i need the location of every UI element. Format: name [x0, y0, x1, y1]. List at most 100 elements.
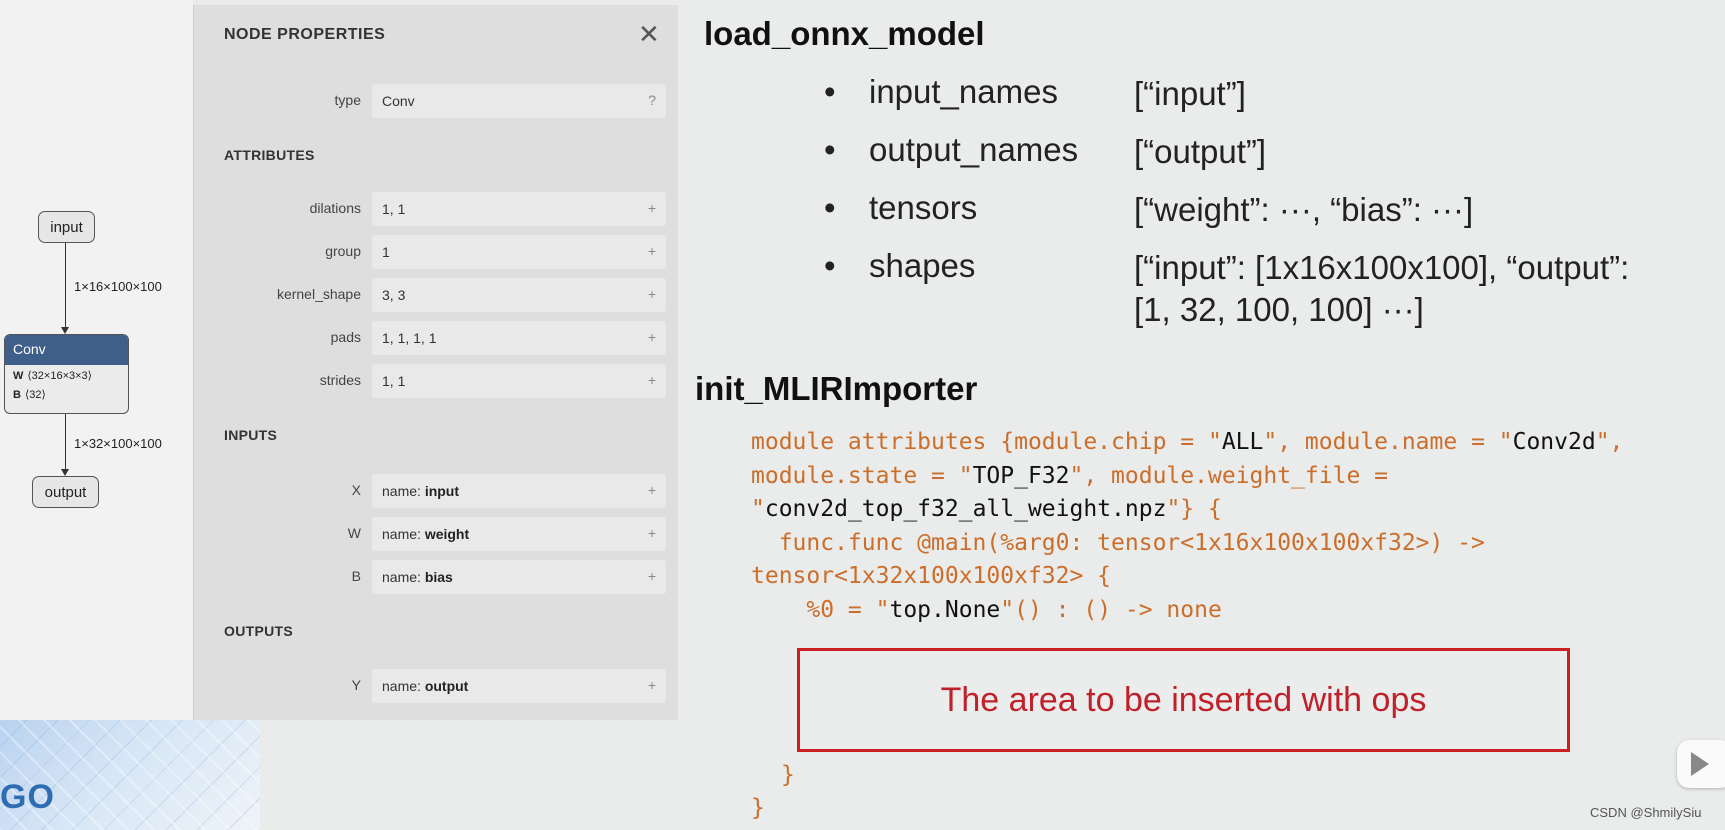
input-row-x: X name: input + — [194, 474, 679, 508]
code-string: TOP_F32 — [972, 462, 1070, 489]
output-name-prefix: name: — [382, 678, 425, 694]
input-name: input — [424, 483, 460, 499]
expand-button[interactable]: + — [648, 525, 656, 541]
attribute-value: 1, 1 — [382, 373, 406, 389]
input-value-field[interactable]: name: bias + — [372, 560, 666, 594]
property-label: type — [334, 92, 361, 108]
attribute-label: kernel_shape — [276, 286, 361, 302]
bullet-value-line1: [“input”: [1x16x100x100], “output”: — [1134, 249, 1630, 286]
code-text: tensor<1x32x100x100xf32> { — [751, 563, 1112, 589]
code-close-brace-inner: } — [781, 762, 795, 788]
code-string: top.None — [889, 596, 1001, 623]
help-button[interactable]: ? — [648, 92, 656, 108]
output-row-y: Y name: output + — [194, 669, 679, 703]
code-string: Conv2d — [1512, 429, 1596, 455]
bullet-key: output_names — [869, 131, 1079, 168]
attribute-value-field[interactable]: 1, 1 + — [372, 192, 666, 226]
code-close-brace-outer: } — [751, 795, 765, 821]
conv-node-weight-shape: ⟨32×16×3×3⟩ — [27, 370, 92, 382]
attribute-value: 1 — [382, 244, 390, 260]
expand-button[interactable]: + — [648, 372, 656, 388]
inputs-header: INPUTS — [224, 427, 278, 443]
expand-button[interactable]: + — [648, 677, 656, 693]
input-value-field[interactable]: name: input + — [372, 474, 666, 508]
bullet-value: [“output”] — [1134, 133, 1267, 170]
input-row-w: W name: weight + — [194, 517, 679, 551]
attribute-value-field[interactable]: 1, 1 + — [372, 364, 666, 398]
graph-edge-out — [65, 414, 66, 469]
bullet-value: [“input”] — [1134, 75, 1246, 112]
input-name: weight — [424, 526, 470, 542]
code-text: ", module.weight_file = — [1069, 462, 1389, 489]
attribute-row-pads: pads 1, 1, 1, 1 + — [194, 321, 679, 355]
code-string: conv2d_top_f32_all_weight.npz — [764, 496, 1167, 522]
conv-node-weight-key: W — [13, 370, 24, 382]
output-name: output — [424, 678, 469, 694]
bullet-key: shapes — [869, 247, 976, 284]
code-text: " — [751, 496, 765, 522]
graph-edge-in — [65, 243, 66, 327]
expand-button[interactable]: + — [648, 329, 656, 345]
close-icon[interactable]: ✕ — [638, 19, 660, 50]
slide-content: load_onnx_model • input_names [“input”] … — [678, 0, 1725, 830]
graph-node-conv[interactable]: Conv W ⟨32×16×3×3⟩ B ⟨32⟩ — [4, 334, 129, 414]
insert-ops-area-box: The area to be inserted with ops — [797, 648, 1570, 752]
expand-button[interactable]: + — [648, 482, 656, 498]
code-text: "} { — [1166, 496, 1222, 522]
attribute-value: 3, 3 — [382, 287, 406, 303]
bullet-dot: • — [824, 247, 836, 284]
attribute-value-field[interactable]: 1 + — [372, 235, 666, 269]
attribute-value-field[interactable]: 3, 3 + — [372, 278, 666, 312]
bullet-value: [“weight”: ···, “bias”: ···] — [1134, 191, 1474, 228]
node-properties-panel: NODE PROPERTIES ✕ type Conv ? ATTRIBUTES… — [193, 5, 678, 720]
input-label: X — [351, 482, 361, 498]
heading-init-mlir-importer: init_MLIRImporter — [695, 370, 978, 407]
conv-node-title: Conv — [5, 335, 128, 365]
code-text: "() : () -> none — [1000, 596, 1222, 623]
graph-node-output-label: output — [44, 483, 87, 501]
graph-node-output[interactable]: output — [32, 476, 99, 508]
expand-button[interactable]: + — [648, 568, 656, 584]
attributes-header: ATTRIBUTES — [224, 147, 315, 163]
code-text: ", — [1595, 429, 1624, 455]
output-label: Y — [351, 677, 361, 693]
output-value-field[interactable]: name: output + — [372, 669, 666, 703]
code-text: ", module.name = " — [1263, 429, 1513, 455]
attribute-value: 1, 1 — [382, 201, 406, 217]
attribute-row-strides: strides 1, 1 + — [194, 364, 679, 398]
input-value-field[interactable]: name: weight + — [372, 517, 666, 551]
graph-edge-out-label: 1×32×100×100 — [74, 436, 162, 451]
conv-node-weight: W ⟨32×16×3×3⟩ — [5, 367, 128, 386]
code-text: func.func @main(%arg0: tensor<1x16x100x1… — [751, 529, 1485, 556]
attribute-value-field[interactable]: 1, 1, 1, 1 + — [372, 321, 666, 355]
graph-node-input[interactable]: input — [38, 211, 95, 243]
expand-button[interactable]: + — [648, 243, 656, 259]
decorative-banner-image: GO — [0, 720, 260, 830]
expand-button[interactable]: + — [648, 200, 656, 216]
input-label: W — [347, 525, 361, 541]
bullet-value-line2: [1, 32, 100, 100] ···] — [1134, 291, 1424, 328]
bullet-dot: • — [824, 73, 836, 110]
play-icon — [1691, 752, 1709, 776]
property-value-field[interactable]: Conv ? — [372, 84, 666, 118]
code-text: module.state = " — [751, 462, 973, 489]
expand-button[interactable]: + — [648, 286, 656, 302]
input-row-b: B name: bias + — [194, 560, 679, 594]
attribute-label: strides — [319, 372, 361, 388]
input-name-prefix: name: — [382, 483, 425, 499]
code-text: %0 = " — [751, 596, 890, 623]
input-label: B — [351, 568, 361, 584]
conv-node-bias-shape: ⟨32⟩ — [24, 389, 46, 401]
graph-edge-in-arrow — [61, 327, 69, 334]
graph-node-input-label: input — [50, 218, 83, 236]
input-name-prefix: name: — [382, 526, 425, 542]
play-button[interactable] — [1677, 740, 1725, 788]
attribute-row-dilations: dilations 1, 1 + — [194, 192, 679, 226]
attribute-row-kernel-shape: kernel_shape 3, 3 + — [194, 278, 679, 312]
bullet-dot: • — [824, 189, 836, 226]
bullet-key: tensors — [869, 189, 978, 226]
graph-edge-in-label: 1×16×100×100 — [74, 279, 162, 294]
panel-title: NODE PROPERTIES — [224, 26, 386, 43]
graph-edge-out-arrow — [61, 469, 69, 476]
code-text: module attributes {module.chip = " — [751, 429, 1222, 455]
